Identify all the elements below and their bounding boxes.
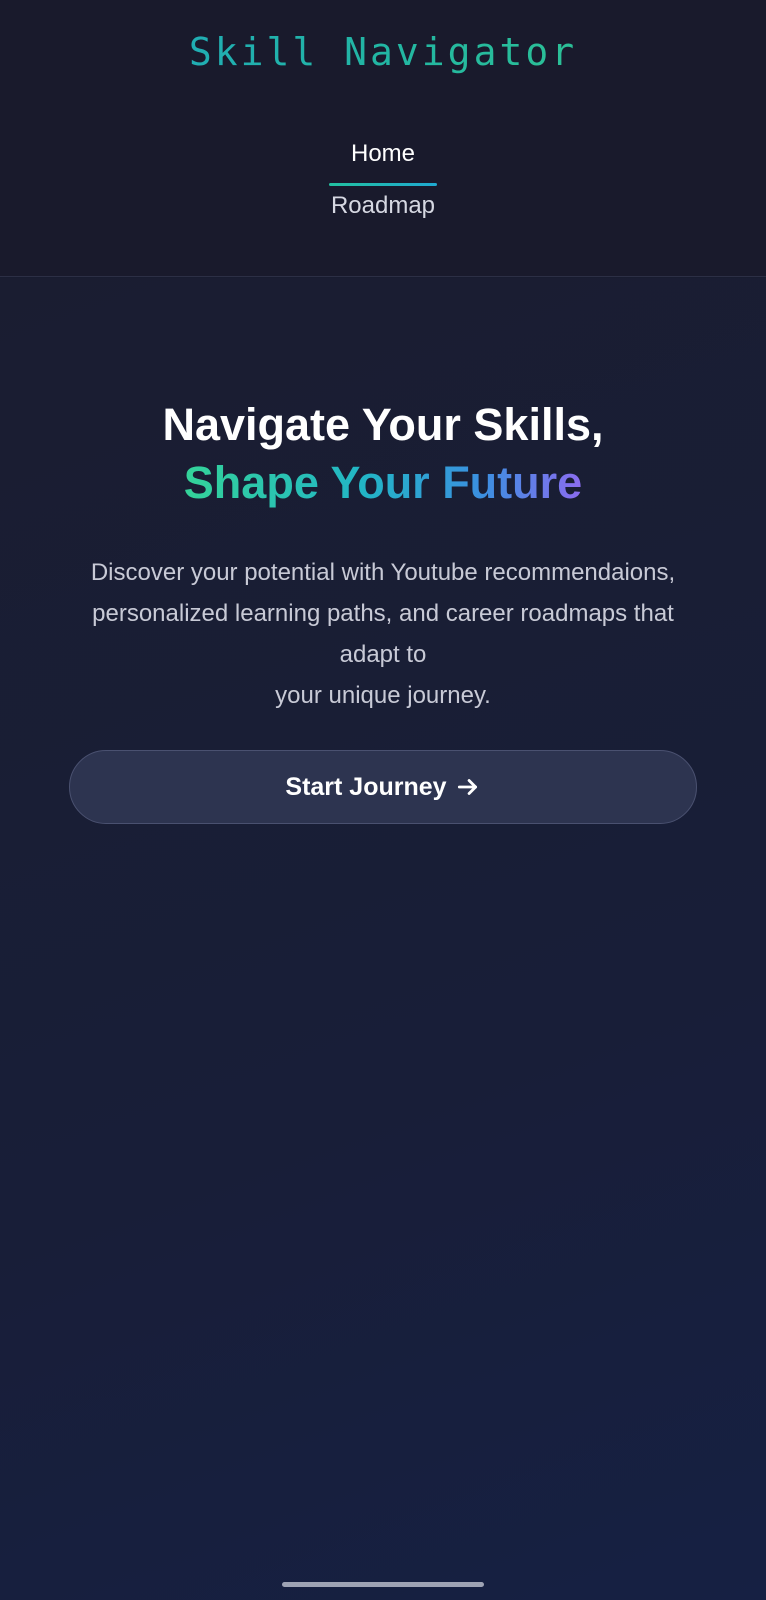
home-indicator-bar[interactable] — [282, 1582, 484, 1587]
hero-description-line: your unique journey. — [275, 682, 491, 709]
app-logo[interactable]: Skill Navigator — [0, 30, 766, 74]
arrow-right-icon — [455, 774, 481, 800]
hero-description-line: adapt to — [339, 641, 427, 668]
nav-item-roadmap[interactable]: Roadmap — [0, 192, 766, 220]
nav-active-indicator — [329, 183, 437, 186]
hero-subtitle: Shape Your Future — [0, 454, 766, 512]
hero-description-line: Discover your potential with Youtube rec… — [90, 559, 676, 586]
top-header: Skill Navigator Home Roadmap — [0, 0, 766, 277]
start-journey-label: Start Journey — [285, 772, 447, 801]
hero-title: Navigate Your Skills, — [162, 399, 604, 450]
start-journey-button[interactable]: Start Journey — [69, 750, 697, 824]
hero-description: Discover your potential with Youtube rec… — [40, 552, 726, 716]
hero-subtitle-text: Shape Your Future — [183, 457, 583, 508]
nav-item-home[interactable]: Home — [0, 140, 766, 168]
hero-description-line: personalized learning paths, and career … — [92, 600, 674, 627]
